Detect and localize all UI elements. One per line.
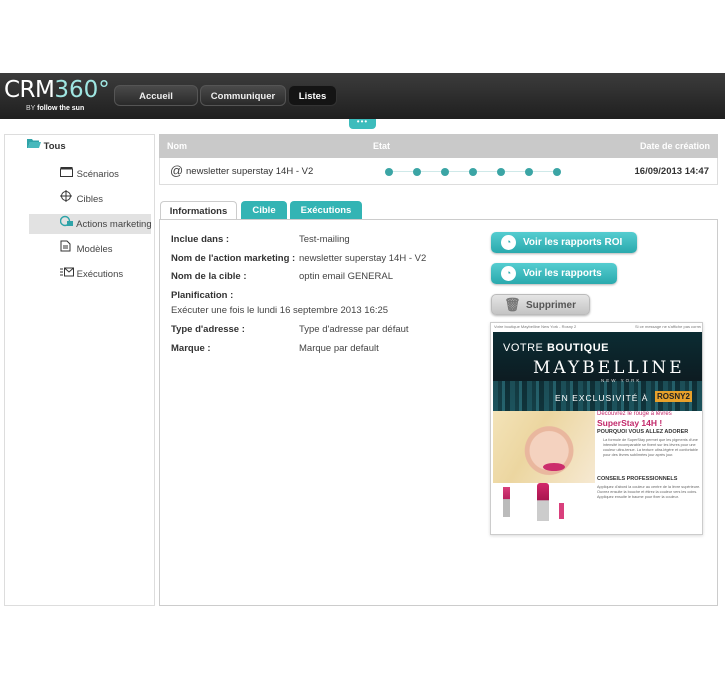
sidebar-item-modeles[interactable]: Modèles (60, 239, 152, 259)
preview-subheading-1: POURQUOI VOUS ALLEZ ADORER (597, 429, 689, 435)
collapse-handle[interactable]: ••• (349, 118, 376, 129)
lipstick-image (559, 503, 564, 519)
preview-body-2: Appliquez d'abord la couleur au centre d… (597, 485, 701, 499)
clapperboard-icon (60, 164, 74, 184)
nav-communiquer-button[interactable]: Communiquer (200, 85, 286, 106)
banner-line1-a: VOTRE (503, 342, 547, 354)
crosshair-icon (60, 189, 74, 209)
lipstick-image (537, 483, 549, 521)
sidebar-item-label: Modèles (76, 244, 113, 255)
delete-button[interactable]: 🗑 Supprimer (491, 294, 590, 315)
state-step-dot (469, 168, 477, 176)
state-step-dot (525, 168, 533, 176)
brand-sub-text: NEW YORK (601, 378, 642, 383)
brand-label: Marque : (171, 343, 211, 354)
preview-subheading-2: CONSEILS PROFESSIONNELS (597, 476, 678, 482)
incluse-label: Inclue dans : (171, 234, 230, 245)
exclusivity-text: EN EXCLUSIVITÉ À (555, 393, 649, 403)
nav-listes-button[interactable]: Listes (288, 85, 337, 106)
row-name: newsletter superstay 14H - V2 (186, 166, 314, 177)
view-reports-label: Voir les rapports (523, 268, 602, 279)
preview-banner: VOTRE BOUTIQUE MAYBELLINE NEW YORK EN EX… (493, 332, 702, 411)
sidebar-item-label: Cibles (76, 194, 104, 205)
address-type-label: Type d'adresse : (171, 324, 245, 335)
action-name-value: newsletter superstay 14H - V2 (299, 253, 427, 264)
preview-top-right-text: Si ce message ne s'affiche pas correctem… (635, 324, 701, 329)
state-step-dot (441, 168, 449, 176)
app-header: CRM360° BY follow the sun Accueil Commun… (0, 73, 725, 119)
tagline-by: BY (26, 105, 36, 112)
tab-cible[interactable]: Cible (241, 201, 287, 220)
logo-text: CRM (4, 77, 55, 103)
sidebar-item-cibles[interactable]: Cibles (60, 189, 152, 209)
sidebar-item-tous[interactable]: Tous (27, 136, 147, 156)
nav-accueil-button[interactable]: Accueil (114, 85, 198, 106)
folder-open-icon (27, 136, 41, 156)
tab-executions[interactable]: Exécutions (290, 201, 362, 220)
table-row[interactable]: @ newsletter superstay 14H - V2 16/09/20… (159, 158, 718, 185)
preview-top-left-text: Votre boutique Maybelline New York - Ros… (494, 324, 577, 329)
execution-icon (60, 264, 74, 284)
incluse-value: Test-mailing (299, 234, 350, 245)
address-type-value: Type d'adresse par défaut (299, 324, 409, 335)
crm360-logo[interactable]: CRM360° BY follow the sun (4, 77, 110, 112)
planification-label: Planification : (171, 290, 234, 301)
sidebar-item-label: Scénarios (76, 169, 119, 180)
planification-value: Exécuter une fois le lundi 16 septembre … (171, 305, 389, 316)
sidebar-item-label: Exécutions (76, 269, 124, 280)
tagline-brand: follow the sun (37, 105, 85, 112)
preview-discover-text: Découvrez le rouge à lèvres (597, 411, 672, 417)
lipstick-image (503, 487, 510, 517)
rosny-logo: ROSNY2 (655, 391, 692, 402)
sidebar-item-label: Tous (43, 141, 66, 152)
brand-logo-text: MAYBELLINE (533, 358, 685, 378)
template-icon (60, 239, 74, 259)
column-header-etat[interactable]: Etat (373, 141, 390, 151)
sidebar-item-label: Actions marketing (76, 219, 152, 230)
brand-value: Marque par default (299, 343, 379, 354)
action-marketing-icon (59, 214, 74, 234)
state-step-dot (413, 168, 421, 176)
banner-line1: VOTRE BOUTIQUE (503, 342, 609, 354)
row-date: 16/09/2013 14:47 (634, 166, 709, 177)
report-icon: ◔ (501, 266, 516, 281)
preview-product-name: SuperStay 14H ! (597, 418, 663, 428)
target-name-value: optin email GENERAL (299, 271, 393, 282)
tab-informations[interactable]: Informations (160, 201, 237, 220)
list-header: Nom Etat Date de création (159, 134, 718, 158)
sidebar: Tous Scénarios Cibles Actions marketing … (4, 134, 155, 606)
delete-label: Supprimer (526, 300, 577, 311)
logo-number: 360° (54, 77, 110, 103)
state-step-dot (553, 168, 561, 176)
report-icon: ◔ (501, 235, 516, 250)
email-at-icon: @ (170, 163, 184, 178)
state-step-dot (497, 168, 505, 176)
model-lips (543, 463, 565, 471)
sidebar-item-actions-marketing[interactable]: Actions marketing (29, 214, 152, 234)
logo-tagline: BY follow the sun (26, 105, 84, 112)
target-name-label: Nom de la cible : (171, 271, 247, 282)
view-roi-reports-button[interactable]: ◔ Voir les rapports ROI (491, 232, 637, 253)
view-roi-reports-label: Voir les rapports ROI (523, 237, 623, 248)
sidebar-item-executions[interactable]: Exécutions (60, 264, 152, 284)
trash-icon: 🗑 (504, 297, 521, 312)
column-header-nom[interactable]: Nom (167, 141, 187, 151)
banner-line1-b: BOUTIQUE (546, 342, 610, 354)
sidebar-item-scenarios[interactable]: Scénarios (60, 164, 152, 184)
view-reports-button[interactable]: ◔ Voir les rapports (491, 263, 617, 284)
model-face-image (493, 411, 595, 483)
email-preview[interactable]: Votre boutique Maybelline New York - Ros… (490, 322, 703, 535)
state-step-dot (385, 168, 393, 176)
preview-body-1: La formule de SuperStay permet que les p… (603, 438, 698, 457)
column-header-date[interactable]: Date de création (640, 141, 710, 151)
action-name-label: Nom de l'action marketing : (171, 253, 296, 264)
